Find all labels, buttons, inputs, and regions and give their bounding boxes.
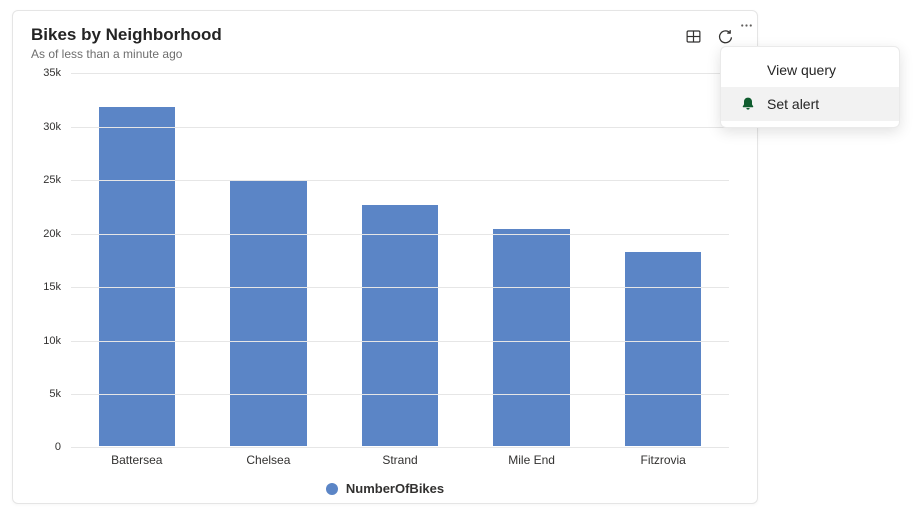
gridline — [71, 341, 729, 342]
more-icon — [738, 17, 755, 39]
x-tick-label: Battersea — [111, 453, 162, 467]
y-tick-label: 30k — [31, 121, 65, 133]
table-icon — [685, 28, 702, 50]
chart-card: Bikes by Neighborhood As of less than a … — [12, 10, 758, 504]
legend-series-label: NumberOfBikes — [346, 481, 444, 496]
bar-battersea[interactable] — [99, 107, 175, 447]
more-options-button[interactable] — [732, 14, 760, 42]
more-options-menu: View query Set alert — [720, 46, 900, 128]
y-tick-label: 5k — [31, 388, 65, 400]
x-tick-label: Strand — [382, 453, 417, 467]
title-block: Bikes by Neighborhood As of less than a … — [31, 25, 222, 61]
x-tick-label: Chelsea — [246, 453, 290, 467]
bar-fitzrovia[interactable] — [625, 252, 701, 446]
y-tick-label: 25k — [31, 174, 65, 186]
bar-chelsea[interactable] — [230, 180, 306, 446]
x-axis: Battersea Chelsea Strand Mile End Fitzrovia — [71, 451, 729, 473]
gridline — [71, 394, 729, 395]
chart-plot-area: 05k10k15k20k25k30k35k — [31, 73, 739, 447]
bar-mile-end[interactable] — [493, 229, 569, 446]
menu-item-icon-placeholder — [739, 61, 757, 79]
plot-region — [71, 73, 729, 447]
menu-item-view-query[interactable]: View query — [721, 53, 899, 87]
gridline — [71, 287, 729, 288]
gridline — [71, 180, 729, 181]
y-tick-label: 0 — [31, 441, 65, 453]
x-tick-label: Mile End — [508, 453, 555, 467]
y-axis: 05k10k15k20k25k30k35k — [31, 73, 65, 447]
x-tick-label: Fitzrovia — [641, 453, 686, 467]
gridline — [71, 127, 729, 128]
card-title: Bikes by Neighborhood — [31, 25, 222, 45]
y-tick-label: 20k — [31, 228, 65, 240]
card-header: Bikes by Neighborhood As of less than a … — [31, 25, 739, 61]
y-tick-label: 10k — [31, 335, 65, 347]
legend-swatch — [326, 483, 338, 495]
y-tick-label: 35k — [31, 67, 65, 79]
menu-item-label: View query — [767, 62, 836, 78]
bar-strand[interactable] — [362, 205, 438, 446]
gridline — [71, 73, 729, 74]
bell-icon — [739, 95, 757, 113]
card-subtitle: As of less than a minute ago — [31, 47, 222, 61]
menu-item-set-alert[interactable]: Set alert — [721, 87, 899, 121]
y-tick-label: 15k — [31, 281, 65, 293]
open-table-button[interactable] — [679, 25, 707, 53]
bars-layer — [71, 73, 729, 447]
gridline — [71, 234, 729, 235]
chart-legend: NumberOfBikes — [31, 481, 739, 496]
gridline — [71, 447, 729, 448]
menu-item-label: Set alert — [767, 96, 819, 112]
